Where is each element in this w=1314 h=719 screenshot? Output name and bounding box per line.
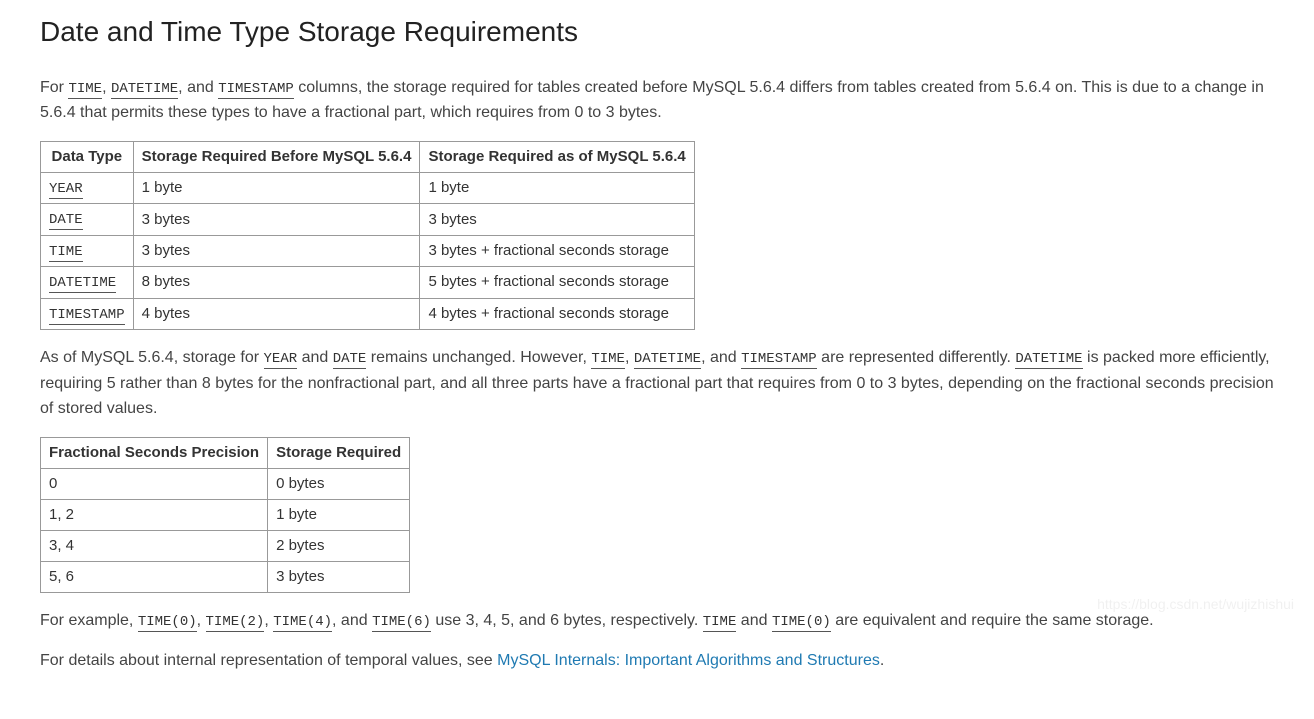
text: , [197, 612, 206, 629]
intro-paragraph: For TIME, DATETIME, and TIMESTAMP column… [40, 75, 1274, 126]
text: . [880, 652, 884, 669]
table-row: 5, 63 bytes [41, 561, 410, 592]
type-code: TIME [49, 244, 83, 262]
explanation-paragraph: As of MySQL 5.6.4, storage for YEAR and … [40, 345, 1274, 422]
col-header: Data Type [41, 141, 134, 172]
code-time: TIME [703, 614, 737, 632]
code-datetime: DATETIME [634, 351, 701, 369]
text: are represented differently. [817, 349, 1016, 366]
type-code: DATETIME [49, 275, 116, 293]
storage-table: Data Type Storage Required Before MySQL … [40, 141, 695, 330]
cell: 1 byte [133, 172, 420, 203]
code-time: TIME [591, 351, 625, 369]
col-header: Fractional Seconds Precision [41, 437, 268, 468]
cell: 2 bytes [268, 530, 410, 561]
fractional-table: Fractional Seconds Precision Storage Req… [40, 437, 410, 593]
col-header: Storage Required Before MySQL 5.6.4 [133, 141, 420, 172]
text: and [297, 349, 333, 366]
text: , [625, 349, 634, 366]
details-paragraph: For details about internal representatio… [40, 648, 1274, 674]
text: , and [178, 79, 218, 96]
table-header-row: Data Type Storage Required Before MySQL … [41, 141, 695, 172]
text: use 3, 4, 5, and 6 bytes, respectively. [431, 612, 703, 629]
cell: 3 bytes [133, 204, 420, 235]
text: For example, [40, 612, 138, 629]
internals-link[interactable]: MySQL Internals: Important Algorithms an… [497, 652, 880, 669]
table-row: YEAR 1 byte1 byte [41, 172, 695, 203]
code-time: TIME [68, 81, 102, 99]
cell: 1 byte [268, 499, 410, 530]
cell: 5, 6 [41, 561, 268, 592]
text: , [264, 612, 273, 629]
cell: 1, 2 [41, 499, 268, 530]
text: are equivalent and require the same stor… [831, 612, 1154, 629]
code-timestamp: TIMESTAMP [741, 351, 817, 369]
text: , and [332, 612, 372, 629]
type-code: DATE [49, 212, 83, 230]
code-datetime: DATETIME [1015, 351, 1082, 369]
cell: 3 bytes [268, 561, 410, 592]
table-row: DATETIME 8 bytes5 bytes + fractional seco… [41, 267, 695, 298]
cell: 3 bytes + fractional seconds storage [420, 235, 694, 266]
type-code: TIMESTAMP [49, 307, 125, 325]
code-datetime: DATETIME [111, 81, 178, 99]
table-row: 00 bytes [41, 468, 410, 499]
code-timestamp: TIMESTAMP [218, 81, 294, 99]
cell: 4 bytes + fractional seconds storage [420, 298, 694, 329]
text: , [102, 79, 111, 96]
cell: 0 [41, 468, 268, 499]
cell: 1 byte [420, 172, 694, 203]
cell: 8 bytes [133, 267, 420, 298]
code-year: YEAR [264, 351, 298, 369]
table-row: TIME 3 bytes3 bytes + fractional seconds … [41, 235, 695, 266]
code-date: DATE [333, 351, 367, 369]
code-time6: TIME(6) [372, 614, 431, 632]
text: As of MySQL 5.6.4, storage for [40, 349, 264, 366]
col-header: Storage Required [268, 437, 410, 468]
table-row: 3, 42 bytes [41, 530, 410, 561]
cell: 5 bytes + fractional seconds storage [420, 267, 694, 298]
cell: 0 bytes [268, 468, 410, 499]
code-time0: TIME(0) [138, 614, 197, 632]
type-code: YEAR [49, 181, 83, 199]
code-time0: TIME(0) [772, 614, 831, 632]
cell: 3, 4 [41, 530, 268, 561]
table-row: DATE 3 bytes3 bytes [41, 204, 695, 235]
table-header-row: Fractional Seconds Precision Storage Req… [41, 437, 410, 468]
col-header: Storage Required as of MySQL 5.6.4 [420, 141, 694, 172]
text: , and [701, 349, 741, 366]
table-row: 1, 21 byte [41, 499, 410, 530]
code-time4: TIME(4) [273, 614, 332, 632]
code-time2: TIME(2) [206, 614, 265, 632]
cell: 3 bytes [420, 204, 694, 235]
text: remains unchanged. However, [366, 349, 591, 366]
table-row: TIMESTAMP 4 bytes4 bytes + fractional sec… [41, 298, 695, 329]
example-paragraph: For example, TIME(0), TIME(2), TIME(4), … [40, 608, 1274, 634]
cell: 3 bytes [133, 235, 420, 266]
text: For details about internal representatio… [40, 652, 497, 669]
text: For [40, 79, 68, 96]
text: and [736, 612, 772, 629]
page-title: Date and Time Type Storage Requirements [40, 10, 1274, 55]
cell: 4 bytes [133, 298, 420, 329]
